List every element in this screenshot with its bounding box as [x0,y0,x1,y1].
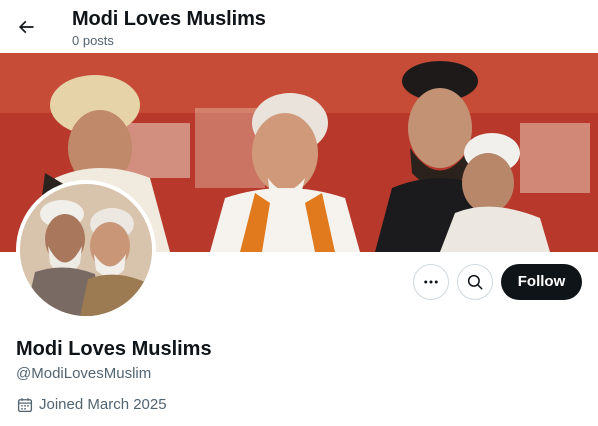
more-horizontal-icon [422,273,440,291]
profile-page: Modi Loves Muslims 0 posts Follow Modi L… [0,0,598,426]
joined-date: Joined March 2025 [16,395,167,415]
calendar-icon [16,396,34,414]
arrow-left-icon [16,17,36,37]
follow-button[interactable]: Follow [501,264,582,300]
user-handle: @ModiLovesMuslim [16,365,152,382]
header-title: Modi Loves Muslims [72,8,266,30]
search-icon [466,273,484,291]
search-button[interactable] [457,264,493,300]
more-button[interactable] [413,264,449,300]
display-name: Modi Loves Muslims [16,338,212,360]
joined-text: Joined March 2025 [39,396,167,413]
post-count: 0 posts [72,33,114,48]
back-button[interactable] [8,9,44,45]
profile-avatar[interactable] [16,180,156,320]
top-bar: Modi Loves Muslims 0 posts [0,0,598,53]
